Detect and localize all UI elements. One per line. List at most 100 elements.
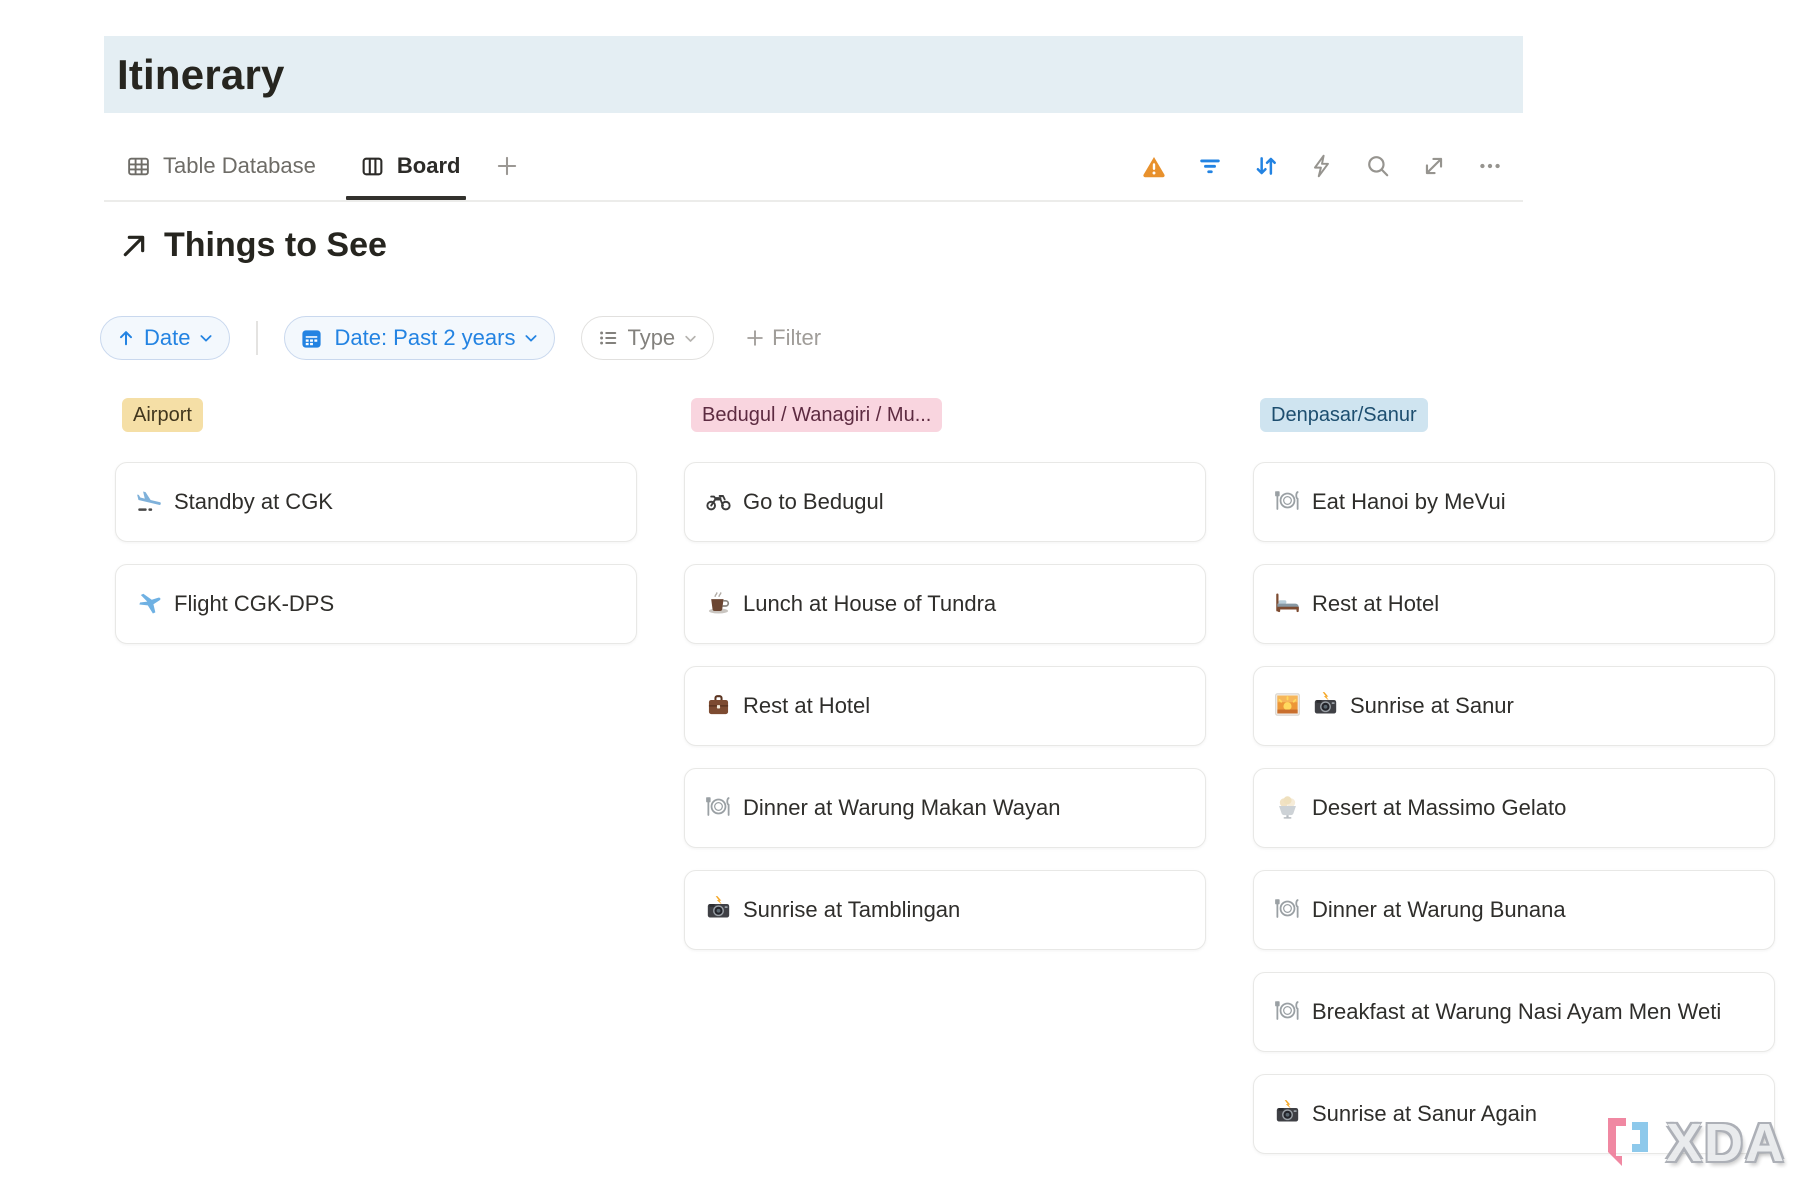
card-title: Desert at Massimo Gelato (1312, 795, 1566, 820)
table-icon (126, 154, 151, 179)
sort-pill[interactable]: Date (100, 316, 230, 360)
board-card[interactable]: Standby at CGK (115, 462, 637, 542)
board-card[interactable]: Go to Bedugul (684, 462, 1206, 542)
camera-flash-icon (705, 895, 732, 922)
camera-flash-icon (1312, 691, 1339, 718)
view-toolbar (1141, 153, 1503, 179)
column-header-chip[interactable]: Denpasar/Sanur (1260, 398, 1428, 432)
card-title: Flight CGK-DPS (174, 591, 334, 616)
xda-watermark: XDA (1598, 1112, 1786, 1174)
coffee-icon (705, 589, 732, 616)
tab-board[interactable]: Board (356, 132, 465, 200)
board-card[interactable]: Sunrise at Sanur (1253, 666, 1775, 746)
tab-label: Board (397, 153, 461, 179)
tab-table-database[interactable]: Table Database (122, 132, 320, 200)
xda-logo-icon (1598, 1112, 1662, 1174)
search-icon[interactable] (1365, 153, 1391, 179)
card-title: Dinner at Warung Bunana (1312, 897, 1566, 922)
tabs-divider (104, 200, 1523, 202)
card-title: Sunrise at Sanur (1350, 693, 1514, 718)
add-view-button[interactable] (494, 153, 520, 179)
board-card[interactable]: Eat Hanoi by MeVui (1253, 462, 1775, 542)
dining-icon (1274, 487, 1301, 514)
card-icons (136, 489, 174, 514)
sort-pill-label: Date (144, 325, 190, 351)
add-filter-label: Filter (772, 325, 821, 351)
type-filter-pill[interactable]: Type (581, 316, 714, 360)
card-icons (1274, 1101, 1312, 1126)
calendar-icon (300, 327, 323, 350)
board-card[interactable]: Rest at Hotel (684, 666, 1206, 746)
card-title: Go to Bedugul (743, 489, 884, 514)
board-icon (360, 154, 385, 179)
motorcycle-icon (705, 487, 732, 514)
view-title[interactable]: Things to See (164, 226, 387, 265)
card-icons (136, 591, 174, 616)
card-title: Standby at CGK (174, 489, 333, 514)
lightning-icon[interactable] (1309, 153, 1335, 179)
bed-icon (1274, 589, 1301, 616)
ice-cream-icon (1274, 793, 1301, 820)
card-title: Lunch at House of Tundra (743, 591, 996, 616)
board: Airport Standby at CGK Flight CGK-DPS Be… (115, 398, 1775, 1154)
card-title: Rest at Hotel (1312, 591, 1439, 616)
column-header-chip[interactable]: Bedugul / Wanagiri / Mu... (691, 398, 942, 432)
view-tabs: Table Database Board (122, 132, 520, 200)
chevron-down-icon (198, 330, 214, 346)
card-icons (1274, 897, 1312, 922)
board-column: Denpasar/Sanur Eat Hanoi by MeVui Rest a… (1253, 398, 1775, 1154)
board-card[interactable]: Flight CGK-DPS (115, 564, 637, 644)
board-card[interactable]: Desert at Massimo Gelato (1253, 768, 1775, 848)
airplane-arrival-icon (136, 487, 163, 514)
column-cards: Go to Bedugul Lunch at House of Tundra R… (684, 462, 1206, 950)
chevron-down-icon (523, 330, 539, 346)
board-card[interactable]: Lunch at House of Tundra (684, 564, 1206, 644)
tab-label: Table Database (163, 153, 316, 179)
pill-separator (256, 321, 258, 355)
filter-row: Date Date: Past 2 years (100, 316, 821, 360)
sunrise-photo-icon (1274, 691, 1301, 718)
column-header-chip[interactable]: Airport (122, 398, 203, 432)
add-filter-button[interactable]: Filter (744, 325, 821, 351)
card-icons (1274, 489, 1312, 514)
board-card[interactable]: Dinner at Warung Makan Wayan (684, 768, 1206, 848)
open-as-page-arrow-icon (118, 230, 150, 262)
card-icons (1274, 999, 1312, 1024)
sort-icon[interactable] (1253, 153, 1279, 179)
card-title: Dinner at Warung Makan Wayan (743, 795, 1061, 820)
dining-icon (705, 793, 732, 820)
card-title: Eat Hanoi by MeVui (1312, 489, 1506, 514)
filter-icon[interactable] (1197, 153, 1223, 179)
view-header: Things to See (118, 226, 387, 265)
card-title: Rest at Hotel (743, 693, 870, 718)
card-title: Sunrise at Sanur Again (1312, 1101, 1537, 1126)
more-icon[interactable] (1477, 153, 1503, 179)
board-card[interactable]: Breakfast at Warung Nasi Ayam Men Weti (1253, 972, 1775, 1052)
notion-page: Itinerary Table Database (0, 0, 1808, 1200)
airplane-icon (136, 589, 163, 616)
date-filter-label: Date: Past 2 years (334, 325, 515, 351)
card-icons (1274, 591, 1312, 616)
board-column: Bedugul / Wanagiri / Mu... Go to Bedugul… (684, 398, 1206, 1154)
page-title-band: Itinerary (104, 36, 1523, 113)
chevron-down-icon (683, 331, 698, 346)
warning-icon[interactable] (1141, 153, 1167, 179)
plus-icon (744, 327, 766, 349)
briefcase-icon (705, 691, 732, 718)
expand-icon[interactable] (1421, 153, 1447, 179)
column-cards: Standby at CGK Flight CGK-DPS (115, 462, 637, 644)
card-icons (705, 693, 743, 718)
arrow-up-icon (116, 328, 136, 348)
board-card[interactable]: Dinner at Warung Bunana (1253, 870, 1775, 950)
board-card[interactable]: Rest at Hotel (1253, 564, 1775, 644)
board-column: Airport Standby at CGK Flight CGK-DPS (115, 398, 637, 1154)
card-icons (705, 897, 743, 922)
plus-icon (494, 153, 520, 179)
xda-watermark-text: XDA (1666, 1112, 1786, 1174)
board-card[interactable]: Sunrise at Tamblingan (684, 870, 1206, 950)
card-icons (705, 795, 743, 820)
column-cards: Eat Hanoi by MeVui Rest at Hotel Sunrise… (1253, 462, 1775, 1154)
date-filter-pill[interactable]: Date: Past 2 years (284, 316, 555, 360)
page-title[interactable]: Itinerary (117, 51, 285, 99)
view-tabs-row: Table Database Board (104, 132, 1523, 200)
